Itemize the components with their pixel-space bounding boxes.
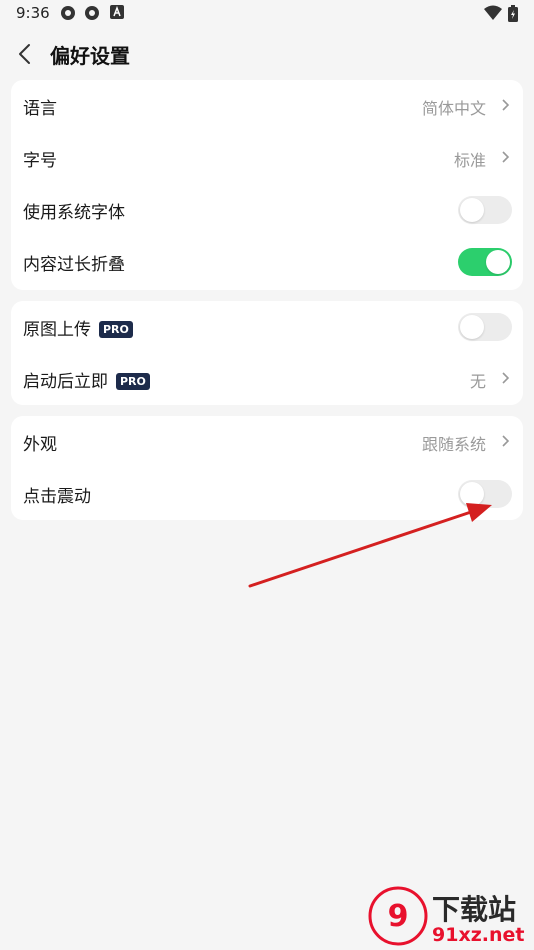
toggle-knob (460, 482, 484, 506)
status-time: 9:36 (16, 4, 50, 22)
collapse-long-row: 内容过长折叠 (11, 236, 523, 288)
click-vibration-toggle[interactable] (458, 480, 512, 508)
appearance-row[interactable]: 外观 跟随系统 (11, 416, 523, 468)
app-notification-icon (61, 6, 75, 20)
click-vibration-label: 点击震动 (23, 487, 91, 507)
launch-immediately-label: 启动后立即 (23, 372, 108, 392)
watermark-logo-icon: 9 (368, 886, 428, 946)
system-font-label: 使用系统字体 (23, 203, 125, 223)
original-upload-label-wrap: 原图上传 PRO (23, 315, 133, 340)
a-notification-icon (110, 5, 124, 19)
font-size-label: 字号 (23, 151, 57, 171)
appearance-value: 跟随系统 (421, 435, 486, 454)
collapse-long-toggle[interactable] (458, 248, 512, 276)
battery-icon (508, 5, 518, 22)
original-upload-label: 原图上传 (23, 320, 91, 340)
font-size-row[interactable]: 字号 标准 (11, 132, 523, 184)
toggle-knob (460, 315, 484, 339)
language-label: 语言 (23, 99, 57, 119)
status-bar: 9:36 (0, 0, 534, 28)
toggle-knob (486, 250, 510, 274)
watermark-bottom-text: 91xz.net (432, 924, 525, 946)
pro-badge: PRO (99, 321, 133, 338)
launch-immediately-label-wrap: 启动后立即 PRO (23, 367, 150, 392)
original-upload-toggle[interactable] (458, 313, 512, 341)
original-upload-row: 原图上传 PRO (11, 301, 523, 353)
pro-badge: PRO (116, 373, 150, 390)
language-value: 简体中文 (421, 99, 486, 118)
system-font-row: 使用系统字体 (11, 184, 523, 236)
launch-immediately-value: 无 (469, 372, 486, 391)
language-row[interactable]: 语言 简体中文 (11, 80, 523, 132)
collapse-long-label: 内容过长折叠 (23, 255, 125, 275)
svg-text:9: 9 (388, 899, 409, 934)
chevron-right-icon (502, 151, 510, 163)
font-size-value: 标准 (453, 151, 486, 170)
watermark: 9 下载站 91xz.net (366, 886, 534, 950)
watermark-top-text: 下载站 (432, 893, 517, 926)
system-font-toggle[interactable] (458, 196, 512, 224)
toggle-knob (460, 198, 484, 222)
app-header: 偏好设置 (0, 30, 534, 78)
page-title: 偏好设置 (50, 44, 130, 68)
click-vibration-row: 点击震动 (11, 468, 523, 520)
appearance-label: 外观 (23, 435, 57, 455)
chevron-right-icon (502, 372, 510, 384)
settings-group-general: 语言 简体中文 字号 标准 使用系统字体 内容过长折叠 (11, 80, 523, 290)
settings-group-pro: 原图上传 PRO 启动后立即 PRO 无 (11, 301, 523, 405)
wifi-icon (484, 5, 502, 20)
chevron-right-icon (502, 435, 510, 447)
launch-immediately-row[interactable]: 启动后立即 PRO 无 (11, 353, 523, 405)
back-arrow-icon[interactable] (14, 40, 38, 68)
settings-group-appearance: 外观 跟随系统 点击震动 (11, 416, 523, 520)
app-notification-icon (85, 6, 99, 20)
chevron-right-icon (502, 99, 510, 111)
